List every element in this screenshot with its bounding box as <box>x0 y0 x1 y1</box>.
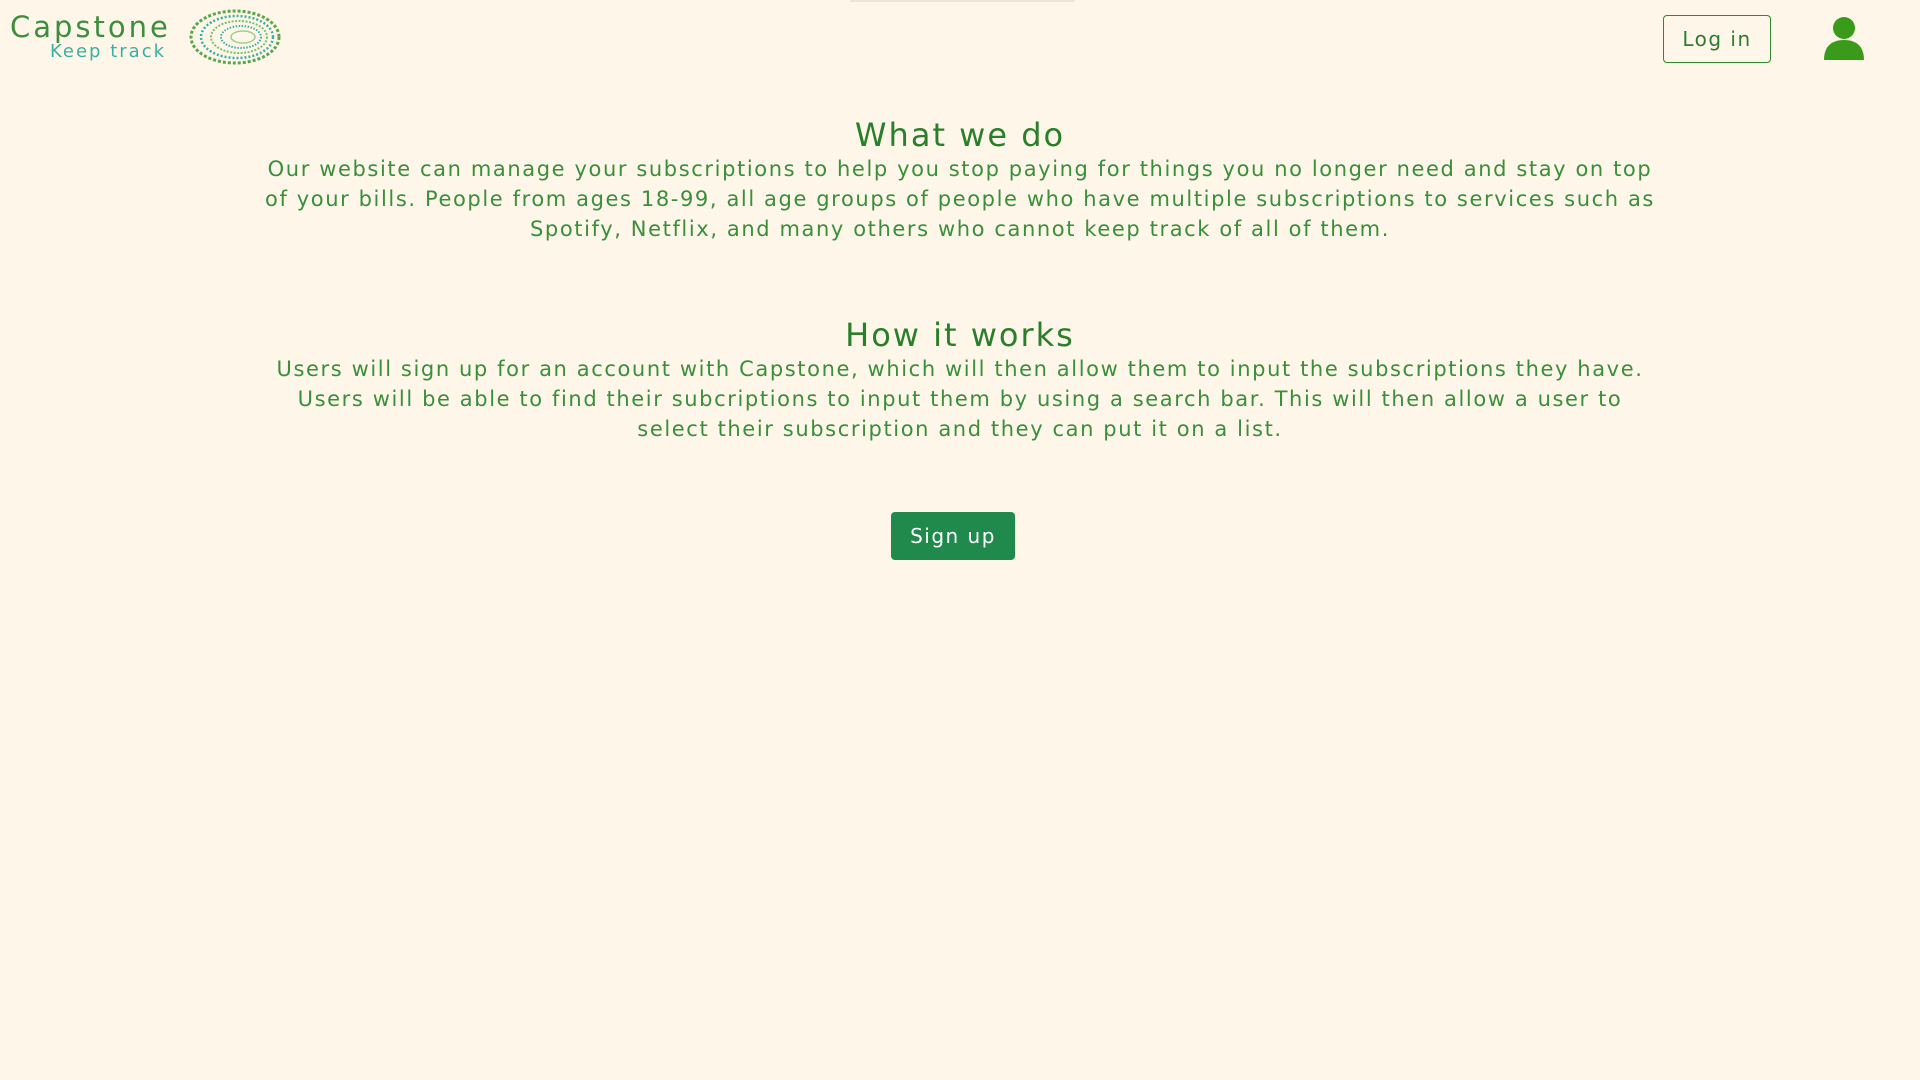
main-content: What we do Our website can manage your s… <box>0 116 1920 560</box>
section-heading-what-we-do: What we do <box>854 116 1066 154</box>
login-button[interactable]: Log in <box>1663 15 1771 63</box>
section-body-what-we-do: Our website can manage your subscription… <box>265 157 1655 241</box>
section-heading-how-it-works: How it works <box>845 316 1075 354</box>
binary-spiral-logo-icon <box>189 9 281 65</box>
site-logo[interactable]: Capstone Keep track <box>10 8 285 66</box>
logo-text: Capstone Keep track <box>10 13 171 61</box>
section-body-how-it-works: Users will sign up for an account with C… <box>276 357 1644 441</box>
top-divider <box>850 0 1075 2</box>
logo-subtitle: Keep track <box>50 41 167 62</box>
signup-button[interactable]: Sign up <box>891 512 1015 560</box>
top-navbar: Capstone Keep track Log in <box>0 0 1920 80</box>
logo-title: Capstone <box>10 10 171 44</box>
user-icon[interactable] <box>1822 16 1866 60</box>
